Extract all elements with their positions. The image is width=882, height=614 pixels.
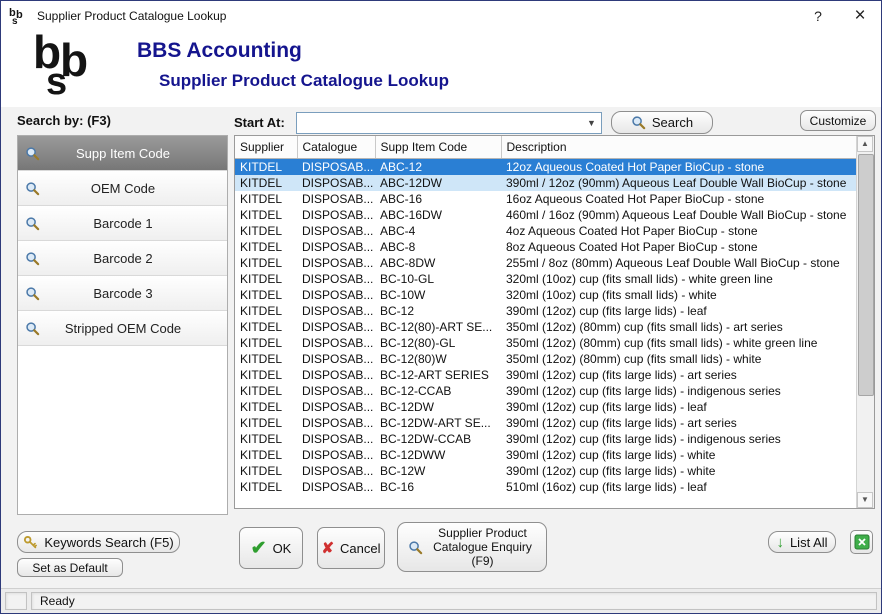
vertical-scrollbar[interactable]: ▲ ▼ <box>856 136 874 508</box>
magnifier-icon <box>25 321 41 336</box>
scrollbar-thumb[interactable] <box>858 154 874 396</box>
table-row[interactable]: KITDELDISPOSAB...BC-16510ml (16oz) cup (… <box>235 479 857 495</box>
down-arrow-icon: ↓ <box>776 535 784 550</box>
magnifier-icon <box>25 216 41 231</box>
close-button[interactable]: × <box>839 1 881 31</box>
table-row[interactable]: KITDELDISPOSAB...BC-12-ART SERIES390ml (… <box>235 367 857 383</box>
table-row[interactable]: KITDELDISPOSAB...ABC-12DW390ml / 12oz (9… <box>235 175 857 191</box>
results-table: SupplierCatalogueSupp Item CodeDescripti… <box>234 135 875 509</box>
search-by-label: Search by: (F3) <box>17 113 111 128</box>
column-header-catalogue[interactable]: Catalogue <box>297 136 375 159</box>
set-as-default-label: Set as Default <box>32 561 107 575</box>
svg-text:s: s <box>12 16 18 26</box>
table-row[interactable]: KITDELDISPOSAB...BC-12DW-ART SE...390ml … <box>235 415 857 431</box>
table-row[interactable]: KITDELDISPOSAB...BC-12DW-CCAB390ml (12oz… <box>235 431 857 447</box>
table-body: KITDELDISPOSAB...ABC-1212oz Aqueous Coat… <box>235 159 857 496</box>
scrollbar-down-arrow-icon[interactable]: ▼ <box>857 492 873 508</box>
customize-button[interactable]: Customize <box>800 110 876 131</box>
ok-button[interactable]: ✔ OK <box>239 527 303 569</box>
ok-label: OK <box>273 541 292 556</box>
table-row[interactable]: KITDELDISPOSAB...ABC-1616oz Aqueous Coat… <box>235 191 857 207</box>
magnifier-icon <box>408 540 423 555</box>
cancel-x-icon: ✘ <box>321 541 334 556</box>
cancel-label: Cancel <box>340 541 380 556</box>
table-row[interactable]: KITDELDISPOSAB...BC-12(80)W350ml (12oz) … <box>235 351 857 367</box>
search-by-list: Supp Item CodeOEM CodeBarcode 1Barcode 2… <box>17 135 228 515</box>
cancel-button[interactable]: ✘ Cancel <box>317 527 385 569</box>
status-grip-cell <box>5 592 27 610</box>
supplier-product-catalogue-enquiry-button[interactable]: Supplier Product Catalogue Enquiry (F9) <box>397 522 547 572</box>
combo-dropdown-arrow-icon[interactable]: ▼ <box>583 114 600 132</box>
magnifier-icon <box>25 146 41 161</box>
list-all-button[interactable]: ↓ List All <box>768 531 836 553</box>
column-header-supp-item-code[interactable]: Supp Item Code <box>375 136 501 159</box>
search-button-label: Search <box>652 115 693 130</box>
magnifier-icon <box>25 251 41 266</box>
app-title: BBS Accounting <box>137 39 302 63</box>
table-row[interactable]: KITDELDISPOSAB...ABC-8DW255ml / 8oz (80m… <box>235 255 857 271</box>
help-button[interactable]: ? <box>797 1 839 31</box>
bbs-logo: b b s <box>33 33 125 103</box>
table-row[interactable]: KITDELDISPOSAB...ABC-1212oz Aqueous Coat… <box>235 159 857 176</box>
window-title: Supplier Product Catalogue Lookup <box>37 9 797 23</box>
key-icon <box>23 535 38 550</box>
search-by-item-barcode-3[interactable]: Barcode 3 <box>18 276 227 311</box>
export-to-excel-button[interactable] <box>850 530 873 554</box>
keywords-search-label: Keywords Search (F5) <box>44 535 173 550</box>
table-row[interactable]: KITDELDISPOSAB...BC-10W320ml (10oz) cup … <box>235 287 857 303</box>
dialog-window: bbs Supplier Product Catalogue Lookup ? … <box>0 0 882 614</box>
check-icon: ✔ <box>251 539 267 558</box>
app-header: b b s BBS Accounting Supplier Product Ca… <box>1 31 881 107</box>
keywords-search-button[interactable]: Keywords Search (F5) <box>17 531 180 553</box>
list-all-label: List All <box>790 535 828 550</box>
customize-button-label: Customize <box>810 114 867 128</box>
table-row[interactable]: KITDELDISPOSAB...BC-12DW390ml (12oz) cup… <box>235 399 857 415</box>
table-row[interactable]: KITDELDISPOSAB...ABC-44oz Aqueous Coated… <box>235 223 857 239</box>
search-by-item-stripped-oem-code[interactable]: Stripped OEM Code <box>18 311 227 346</box>
set-as-default-button[interactable]: Set as Default <box>17 558 123 577</box>
table-row[interactable]: KITDELDISPOSAB...BC-12-CCAB390ml (12oz) … <box>235 383 857 399</box>
results-grid: SupplierCatalogueSupp Item CodeDescripti… <box>235 136 858 495</box>
search-by-item-barcode-1[interactable]: Barcode 1 <box>18 206 227 241</box>
app-logo-icon: bbs <box>9 6 29 26</box>
table-row[interactable]: KITDELDISPOSAB...BC-12(80)-GL350ml (12oz… <box>235 335 857 351</box>
column-header-supplier[interactable]: Supplier <box>235 136 297 159</box>
start-at-label: Start At: <box>234 115 285 130</box>
excel-export-icon <box>854 534 870 550</box>
search-icon <box>631 115 646 130</box>
title-bar: bbs Supplier Product Catalogue Lookup ? … <box>1 1 881 32</box>
table-row[interactable]: KITDELDISPOSAB...BC-12390ml (12oz) cup (… <box>235 303 857 319</box>
search-by-item-barcode-2[interactable]: Barcode 2 <box>18 241 227 276</box>
table-row[interactable]: KITDELDISPOSAB...BC-12W390ml (12oz) cup … <box>235 463 857 479</box>
enquiry-button-label: Supplier Product Catalogue Enquiry (F9) <box>429 526 537 568</box>
column-header-description[interactable]: Description <box>501 136 857 159</box>
magnifier-icon <box>25 181 41 196</box>
start-at-combobox[interactable]: ▼ <box>296 112 602 134</box>
search-button[interactable]: Search <box>611 111 713 134</box>
table-row[interactable]: KITDELDISPOSAB...ABC-16DW460ml / 16oz (9… <box>235 207 857 223</box>
status-bar: Ready <box>1 588 881 613</box>
table-header-row: SupplierCatalogueSupp Item CodeDescripti… <box>235 136 857 159</box>
page-title: Supplier Product Catalogue Lookup <box>159 71 449 91</box>
table-row[interactable]: KITDELDISPOSAB...BC-12DWW390ml (12oz) cu… <box>235 447 857 463</box>
scrollbar-up-arrow-icon[interactable]: ▲ <box>857 136 873 152</box>
magnifier-icon <box>25 286 41 301</box>
start-at-input[interactable] <box>299 114 585 134</box>
status-text: Ready <box>31 592 877 610</box>
search-by-item-oem-code[interactable]: OEM Code <box>18 171 227 206</box>
search-by-item-supp-item-code[interactable]: Supp Item Code <box>18 136 227 171</box>
table-row[interactable]: KITDELDISPOSAB...BC-10-GL320ml (10oz) cu… <box>235 271 857 287</box>
table-row[interactable]: KITDELDISPOSAB...ABC-88oz Aqueous Coated… <box>235 239 857 255</box>
table-row[interactable]: KITDELDISPOSAB...BC-12(80)-ART SE...350m… <box>235 319 857 335</box>
